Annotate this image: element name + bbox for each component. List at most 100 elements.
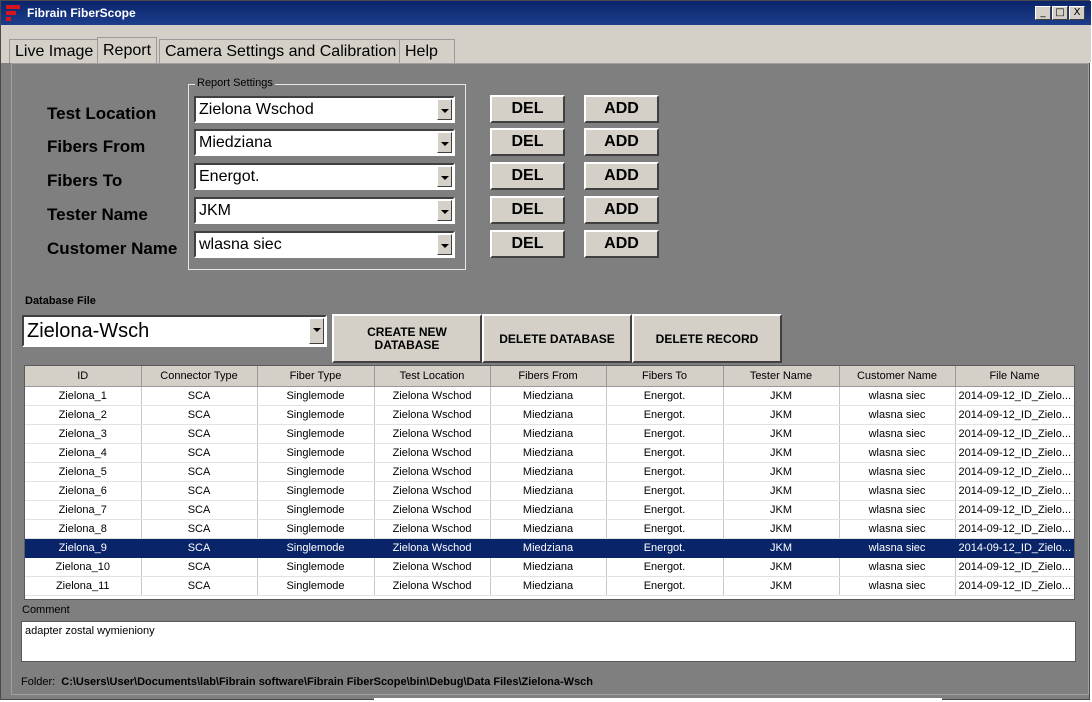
table-cell-fibers-to: Energot. [606, 481, 724, 501]
tab-report[interactable]: Report [97, 37, 158, 63]
column-header-fibers-from[interactable]: Fibers From [490, 366, 607, 387]
table-cell-connector-type: SCA [141, 386, 258, 406]
table-cell-test-location: Zielona Wschod [374, 424, 491, 444]
table-cell-id: Zielona_4 [25, 443, 142, 463]
minimize-button[interactable]: _ [1035, 6, 1051, 20]
table-cell-customer-name: wlasna siec [839, 424, 956, 444]
add-customer-name-button[interactable]: ADD [584, 230, 659, 258]
tab-help[interactable]: Help [399, 39, 455, 63]
column-header-tester-name[interactable]: Tester Name [723, 366, 840, 387]
delete-record-button[interactable]: DELETE RECORD [632, 314, 782, 363]
column-header-test-location[interactable]: Test Location [374, 366, 491, 387]
table-row[interactable]: Zielona_11 SCA Singlemode Zielona Wschod Mie… [25, 576, 1074, 596]
table-cell-customer-name: wlasna siec [839, 557, 956, 577]
table-cell-fiber-type: Singlemode [257, 519, 375, 539]
table-cell-tester-name: JKM [723, 519, 840, 539]
maximize-button[interactable]: □ [1052, 6, 1068, 20]
column-header-connector-type[interactable]: Connector Type [141, 366, 258, 387]
table-row[interactable]: Zielona_6 SCA Singlemode Zielona Wschod Mied… [25, 481, 1074, 501]
table-cell-customer-name: wlasna siec [839, 481, 956, 501]
table-cell-test-location: Zielona Wschod [374, 576, 491, 596]
chevron-down-icon[interactable] [309, 318, 324, 344]
table-cell-file-name: 2014-09-12_ID_Zielo... [955, 538, 1074, 558]
table-header-row: ID Connector Type Fiber Type Test Location F… [25, 366, 1074, 387]
table-cell-test-location: Zielona Wschod [374, 443, 491, 463]
table-cell-id: Zielona_1 [25, 386, 142, 406]
table-cell-id: Zielona_10 [25, 557, 142, 577]
column-header-customer-name[interactable]: Customer Name [839, 366, 956, 387]
folder-label: Folder: [21, 676, 56, 688]
table-row[interactable]: Zielona_8 SCA Singlemode Zielona Wschod Mied… [25, 519, 1074, 539]
table-cell-fibers-to: Energot. [606, 576, 724, 596]
tester-name-value: JKM [199, 202, 231, 219]
chevron-down-icon[interactable] [437, 99, 452, 120]
customer-name-label: Customer Name [47, 239, 178, 258]
table-cell-test-location: Zielona Wschod [374, 538, 491, 558]
customer-name-combo[interactable]: wlasna siec [194, 231, 455, 258]
table-row[interactable]: Zielona_1 SCA Singlemode Zielona Wschod Mied… [25, 386, 1074, 406]
database-file-combo[interactable]: Zielona-Wsch [22, 315, 327, 347]
table-cell-file-name: 2014-09-12_ID_Zielo... [955, 462, 1074, 482]
column-header-fibers-to[interactable]: Fibers To [606, 366, 724, 387]
fibers-from-value: Miedziana [199, 134, 272, 151]
delete-database-button[interactable]: DELETE DATABASE [482, 314, 632, 363]
table-cell-fiber-type: Singlemode [257, 443, 375, 463]
table-body: Zielona_1 SCA Singlemode Zielona Wschod Mied… [25, 386, 1074, 596]
table-cell-connector-type: SCA [141, 481, 258, 501]
fibers-from-label: Fibers From [47, 137, 146, 156]
add-fibers-to-button[interactable]: ADD [584, 162, 659, 190]
table-row[interactable]: Zielona_10 SCA Singlemode Zielona Wschod Mie… [25, 557, 1074, 577]
chevron-down-icon[interactable] [437, 166, 452, 187]
menu-strip [1, 25, 1091, 37]
table-cell-fibers-from: Miedziana [490, 538, 607, 558]
table-row[interactable]: Zielona_9 SCA Singlemode Zielona Wschod Mied… [25, 538, 1074, 558]
fibers-from-combo[interactable]: Miedziana [194, 129, 455, 156]
del-fibers-from-button[interactable]: DEL [490, 128, 565, 156]
customer-name-value: wlasna siec [199, 236, 282, 253]
table-cell-customer-name: wlasna siec [839, 405, 956, 425]
table-row[interactable]: Zielona_2 SCA Singlemode Zielona Wschod Mied… [25, 405, 1074, 425]
del-fibers-to-button[interactable]: DEL [490, 162, 565, 190]
table-cell-connector-type: SCA [141, 538, 258, 558]
add-fibers-from-button[interactable]: ADD [584, 128, 659, 156]
column-header-fiber-type[interactable]: Fiber Type [257, 366, 375, 387]
fibers-to-combo[interactable]: Energot. [194, 163, 455, 190]
column-header-file-name[interactable]: File Name [955, 366, 1074, 387]
del-test-location-button[interactable]: DEL [490, 95, 565, 123]
records-table[interactable]: ID Connector Type Fiber Type Test Location F… [24, 365, 1075, 600]
close-button[interactable]: X [1069, 6, 1085, 20]
chevron-down-icon[interactable] [437, 132, 452, 153]
table-cell-tester-name: JKM [723, 443, 840, 463]
table-cell-test-location: Zielona Wschod [374, 500, 491, 520]
column-header-id[interactable]: ID [25, 366, 142, 387]
table-row[interactable]: Zielona_3 SCA Singlemode Zielona Wschod Mied… [25, 424, 1074, 444]
add-tester-name-button[interactable]: ADD [584, 196, 659, 224]
add-test-location-button[interactable]: ADD [584, 95, 659, 123]
app-window: Fibrain FiberScope _ □ X Live Image Repo… [0, 0, 1091, 700]
table-cell-id: Zielona_3 [25, 424, 142, 444]
table-row[interactable]: Zielona_5 SCA Singlemode Zielona Wschod Mied… [25, 462, 1074, 482]
table-cell-tester-name: JKM [723, 538, 840, 558]
test-location-combo[interactable]: Zielona Wschod [194, 96, 455, 123]
chevron-down-icon[interactable] [437, 200, 452, 221]
title-bar[interactable]: Fibrain FiberScope _ □ X [1, 1, 1091, 25]
table-cell-fibers-to: Energot. [606, 405, 724, 425]
table-cell-connector-type: SCA [141, 557, 258, 577]
tester-name-combo[interactable]: JKM [194, 197, 455, 224]
table-row[interactable]: Zielona_7 SCA Singlemode Zielona Wschod Mied… [25, 500, 1074, 520]
create-new-database-button[interactable]: CREATE NEW DATABASE [332, 314, 482, 363]
table-cell-connector-type: SCA [141, 519, 258, 539]
table-cell-file-name: 2014-09-12_ID_Zielo... [955, 443, 1074, 463]
tab-camera-settings[interactable]: Camera Settings and Calibration [159, 39, 403, 63]
table-cell-fiber-type: Singlemode [257, 405, 375, 425]
chevron-down-icon[interactable] [437, 234, 452, 255]
table-cell-fiber-type: Singlemode [257, 538, 375, 558]
del-customer-name-button[interactable]: DEL [490, 230, 565, 258]
table-cell-test-location: Zielona Wschod [374, 557, 491, 577]
table-cell-fiber-type: Singlemode [257, 557, 375, 577]
tab-live-image[interactable]: Live Image [9, 39, 100, 63]
table-row[interactable]: Zielona_4 SCA Singlemode Zielona Wschod Mied… [25, 443, 1074, 463]
comment-input[interactable]: adapter zostal wymieniony [21, 621, 1076, 662]
table-cell-fiber-type: Singlemode [257, 481, 375, 501]
del-tester-name-button[interactable]: DEL [490, 196, 565, 224]
